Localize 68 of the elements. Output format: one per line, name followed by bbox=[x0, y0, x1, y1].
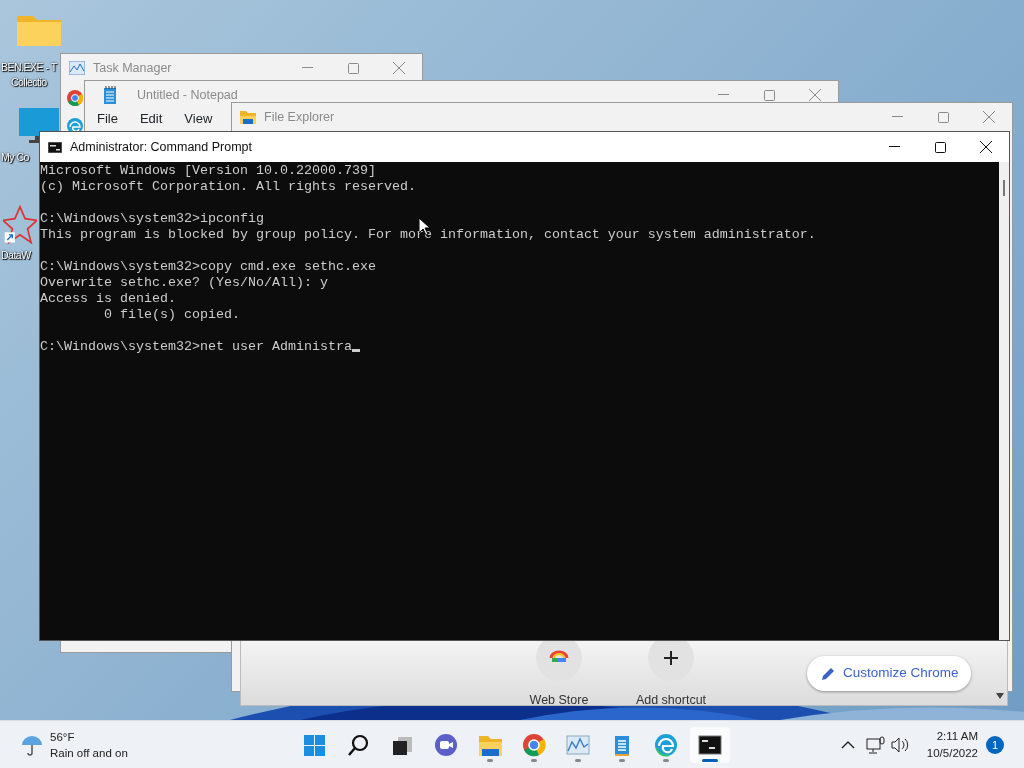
running-indicator bbox=[702, 759, 718, 762]
edge-icon bbox=[654, 733, 678, 757]
star-shortcut-icon bbox=[3, 205, 37, 246]
folder-icon bbox=[240, 110, 256, 124]
pencil-icon bbox=[821, 666, 835, 681]
console-line: This program is blocked by group policy. For more information, contact your system administrator. bbox=[40, 227, 816, 242]
close-icon bbox=[809, 89, 821, 101]
weather-condition: Rain off and on bbox=[50, 746, 128, 761]
chart-icon bbox=[566, 733, 590, 757]
windows-icon bbox=[302, 733, 326, 757]
shortcut-label[interactable]: Web Store bbox=[529, 691, 589, 705]
window-title: File Explorer bbox=[264, 108, 335, 126]
plus-icon bbox=[661, 648, 681, 668]
close-icon bbox=[983, 111, 995, 123]
search-icon bbox=[346, 733, 370, 757]
console-line: Microsoft Windows [Version 10.0.22000.739] bbox=[40, 163, 376, 178]
console-line: (c) Microsoft Corporation. All rights reserved. bbox=[40, 179, 416, 194]
maximize-icon bbox=[763, 89, 775, 101]
chart-icon bbox=[69, 61, 85, 75]
minimize-icon bbox=[717, 94, 729, 96]
network-icon[interactable] bbox=[866, 736, 886, 754]
running-indicator bbox=[663, 759, 669, 762]
notification-badge[interactable]: 1 bbox=[986, 736, 1004, 754]
console-line: Overwrite sethc.exe? (Yes/No/All): y bbox=[40, 275, 328, 290]
notepad-icon bbox=[103, 86, 117, 104]
console-line: C:\Windows\system32>net user Administra bbox=[40, 339, 352, 354]
shortcut-label[interactable]: Add shortcut bbox=[635, 691, 707, 705]
window-title: Administrator: Command Prompt bbox=[70, 138, 252, 156]
shortcut-tile[interactable] bbox=[536, 641, 582, 681]
console-line: C:\Windows\system32>copy cmd.exe sethc.exe bbox=[40, 259, 376, 274]
taskbar-app-button[interactable] bbox=[690, 727, 730, 763]
close-icon bbox=[393, 62, 405, 74]
window-title: Untitled - Notepad bbox=[137, 86, 238, 104]
maximize-icon bbox=[934, 141, 946, 153]
maximize-icon bbox=[937, 111, 949, 123]
customize-button[interactable]: Customize Chrome bbox=[807, 656, 971, 691]
scroll-arrow-icon bbox=[996, 693, 1004, 699]
window-title: Task Manager bbox=[93, 59, 172, 77]
clock[interactable]: 2:11 AM 10/5/2022 bbox=[912, 728, 978, 762]
running-indicator bbox=[619, 759, 625, 762]
menu-item[interactable]: Edit bbox=[139, 111, 163, 127]
temperature: 56°F bbox=[50, 730, 76, 745]
scrollbar[interactable] bbox=[999, 162, 1009, 640]
chrome-icon bbox=[67, 90, 83, 106]
shortcut-tile[interactable] bbox=[648, 641, 694, 681]
folder-icon bbox=[478, 733, 502, 757]
running-indicator bbox=[531, 759, 537, 762]
monitor-icon bbox=[17, 108, 61, 144]
console-line: Access is denied. bbox=[40, 291, 176, 306]
terminal-icon bbox=[698, 733, 722, 757]
volume-icon[interactable] bbox=[891, 737, 909, 753]
console-line: 0 file(s) copied. bbox=[103, 307, 240, 322]
chrome-icon bbox=[522, 733, 546, 757]
close-icon bbox=[980, 141, 992, 153]
menu-item[interactable]: File bbox=[97, 111, 118, 127]
menu-item[interactable]: View bbox=[184, 111, 213, 127]
minimize-icon bbox=[891, 116, 903, 118]
minimize-icon bbox=[301, 67, 313, 69]
chevron-up-icon[interactable] bbox=[841, 740, 855, 750]
console-line: C:\Windows\system32>ipconfig bbox=[40, 211, 264, 226]
maximize-icon bbox=[347, 62, 359, 74]
chat-icon bbox=[434, 733, 458, 757]
scrollbar-thumb[interactable] bbox=[1003, 180, 1005, 196]
minimize-icon bbox=[888, 146, 900, 148]
running-indicator bbox=[575, 759, 581, 762]
umbrella-icon bbox=[20, 733, 44, 757]
running-indicator bbox=[487, 759, 493, 762]
console-icon bbox=[48, 141, 62, 153]
